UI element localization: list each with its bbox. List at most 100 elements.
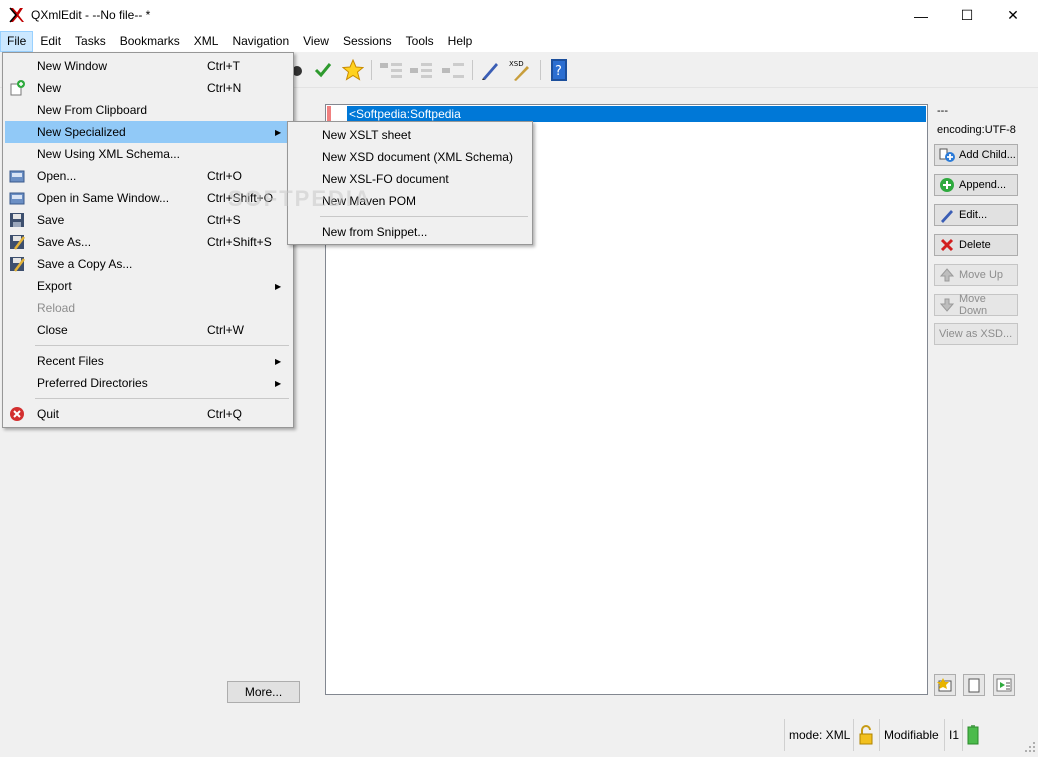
menu-item-label: New Window — [37, 59, 108, 73]
paste-element-button[interactable] — [963, 674, 985, 696]
app-logo-icon — [9, 7, 24, 23]
toolbar-tree-view-button[interactable] — [440, 58, 466, 82]
menu-item-label: Save a Copy As... — [37, 257, 133, 271]
tree-structure-icon — [380, 63, 402, 78]
battery-icon — [967, 725, 979, 745]
tree-structure-icon — [442, 63, 464, 78]
tree-row-selected[interactable]: <Softpedia:Softpedia — [327, 106, 926, 122]
menu-separator — [35, 398, 289, 399]
edit-label: Edit... — [959, 209, 988, 221]
submenu-item-new-from-snippet[interactable]: New from Snippet... — [290, 221, 530, 243]
menu-item-export[interactable]: Export ▶ — [5, 275, 291, 297]
menu-item-reload[interactable]: Reload — [5, 297, 291, 319]
menu-item-label: Open in Same Window... — [37, 191, 170, 205]
toolbar-tree-collapse-button[interactable] — [408, 58, 434, 82]
menu-item-label: New — [37, 81, 62, 95]
maximize-button[interactable]: ☐ — [944, 0, 990, 31]
xsd-pencil-icon: XSD — [509, 60, 529, 81]
menu-separator — [320, 216, 528, 217]
run-button[interactable] — [993, 674, 1015, 696]
menu-item-label: Save — [37, 213, 65, 227]
resize-grip-icon[interactable] — [1024, 741, 1036, 753]
lock-status[interactable] — [853, 719, 877, 751]
menu-item-recent-files[interactable]: Recent Files ▶ — [5, 350, 291, 372]
open-icon — [9, 192, 25, 205]
menu-item-quit[interactable]: Quit Ctrl+Q — [5, 403, 291, 425]
edit-icon — [939, 207, 955, 223]
toolbar-validate-button[interactable] — [310, 58, 336, 82]
menu-item-new-specialized[interactable]: New Specialized ▶ — [5, 121, 291, 143]
menu-item-label: Export — [37, 279, 72, 293]
append-label: Append... — [959, 179, 1007, 191]
toolbar-tree-expand-button[interactable] — [378, 58, 404, 82]
submenu-item-new-xsd[interactable]: New XSD document (XML Schema) — [290, 146, 530, 168]
menu-item-label: Open... — [37, 169, 77, 183]
submenu-item-label: New XSL-FO document — [322, 172, 449, 186]
menu-item-label: New Specialized — [37, 125, 126, 139]
menu-edit[interactable]: Edit — [33, 31, 68, 52]
menu-item-open[interactable]: Open... Ctrl+O — [5, 165, 291, 187]
toolbar-bookmark-button[interactable] — [340, 58, 366, 82]
move-down-button[interactable]: Move Down — [934, 293, 1018, 317]
delete-icon — [939, 237, 955, 253]
submenu-item-new-xslt[interactable]: New XSLT sheet — [290, 124, 530, 146]
title-bar: QXmlEdit - --No file-- * — ☐ ✕ — [0, 0, 1038, 31]
submenu-item-label: New XSLT sheet — [322, 128, 411, 142]
toolbar-help-button[interactable]: ? — [546, 58, 572, 82]
menu-bookmarks[interactable]: Bookmarks — [113, 31, 187, 52]
close-window-button[interactable]: ✕ — [990, 0, 1036, 31]
move-up-label: Move Up — [959, 269, 1004, 281]
move-up-button[interactable]: Move Up — [934, 264, 1018, 286]
menu-help[interactable]: Help — [441, 31, 480, 52]
menu-tools[interactable]: Tools — [399, 31, 441, 52]
status-mode: mode: XML — [784, 719, 852, 751]
window-title: QXmlEdit - --No file-- * — [31, 8, 151, 22]
menu-item-new-from-clipboard[interactable]: New From Clipboard — [5, 99, 291, 121]
copy-element-button[interactable] — [934, 674, 956, 696]
submenu-item-label: New XSD document (XML Schema) — [322, 150, 513, 164]
toolbar-xsd-button[interactable]: XSD — [508, 58, 534, 82]
menu-item-label: Save As... — [37, 235, 92, 249]
checkmark-icon — [314, 63, 332, 78]
menu-item-shortcut: Ctrl+W — [207, 323, 244, 337]
menu-file[interactable]: File — [0, 31, 34, 52]
menu-tasks[interactable]: Tasks — [68, 31, 113, 52]
menu-sessions[interactable]: Sessions — [336, 31, 399, 52]
play-list-icon — [996, 678, 1012, 692]
submenu-arrow-icon: ▶ — [275, 281, 282, 291]
view-as-xsd-button[interactable]: View as XSD... — [934, 323, 1018, 345]
battery-status — [962, 719, 992, 751]
menu-item-shortcut: Ctrl+N — [207, 81, 242, 95]
menu-item-new-window[interactable]: New Window Ctrl+T — [5, 55, 291, 77]
element-icon — [327, 106, 347, 122]
quit-icon — [10, 407, 24, 421]
status-bar: mode: XML Modifiable I1 — [0, 713, 1038, 757]
menu-item-save-copy-as[interactable]: Save a Copy As... — [5, 253, 291, 275]
menu-item-label: New Using XML Schema... — [37, 147, 180, 161]
menu-view[interactable]: View — [296, 31, 336, 52]
help-book-icon: ? — [551, 59, 567, 81]
menu-navigation[interactable]: Navigation — [225, 31, 296, 52]
more-button[interactable]: More... — [227, 681, 300, 703]
toolbar-edit-button[interactable] — [478, 58, 504, 82]
menu-item-save-as[interactable]: Save As... Ctrl+Shift+S — [5, 231, 291, 253]
add-child-button[interactable]: Add Child... — [934, 144, 1018, 166]
edit-button[interactable]: Edit... — [934, 204, 1018, 226]
menu-item-label: Preferred Directories — [37, 376, 148, 390]
minimize-button[interactable]: — — [898, 0, 944, 31]
delete-button[interactable]: Delete — [934, 234, 1018, 256]
menu-xml[interactable]: XML — [187, 31, 226, 52]
tree-structure-icon — [410, 63, 432, 78]
save-icon — [10, 213, 24, 227]
menu-item-preferred-directories[interactable]: Preferred Directories ▶ — [5, 372, 291, 394]
menu-item-new-using-xml-schema[interactable]: New Using XML Schema... — [5, 143, 291, 165]
submenu-item-label: New from Snippet... — [322, 225, 428, 239]
append-button[interactable]: Append... — [934, 174, 1018, 196]
close-icon: ✕ — [1007, 7, 1019, 23]
menu-item-save[interactable]: Save Ctrl+S — [5, 209, 291, 231]
menu-item-label: New From Clipboard — [37, 103, 148, 117]
menu-item-shortcut: Ctrl+Q — [207, 407, 243, 421]
menu-item-new[interactable]: New Ctrl+N — [5, 77, 291, 99]
menu-item-close[interactable]: Close Ctrl+W — [5, 319, 291, 341]
new-file-icon — [10, 80, 25, 96]
